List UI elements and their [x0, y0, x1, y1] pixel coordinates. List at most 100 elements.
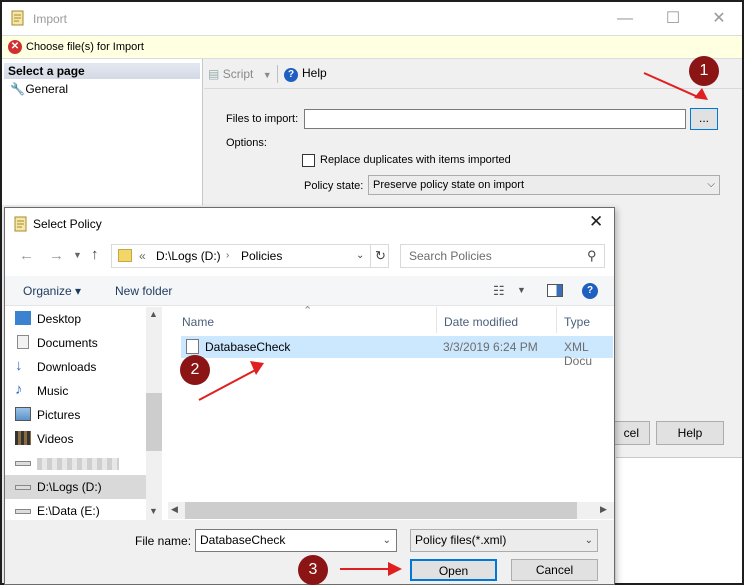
help-label: Help	[302, 66, 327, 80]
scroll-up-icon[interactable]: ▲	[149, 309, 158, 319]
nav-item-label-redacted	[37, 457, 119, 470]
replace-duplicates-label: Replace duplicates with items imported	[320, 154, 511, 166]
browse-button[interactable]: ...	[690, 108, 718, 130]
import-app-icon	[10, 10, 26, 26]
file-row[interactable]: DatabaseCheck 3/3/2019 6:24 PM XML Docu	[181, 336, 613, 368]
nav-item-label: D:\Logs (D:)	[37, 480, 102, 494]
nav-item-label: E:\Data (E:)	[37, 504, 100, 518]
drive-icon	[15, 509, 31, 514]
scroll-down-icon[interactable]: ▼	[149, 506, 158, 516]
toolbar-divider	[277, 65, 278, 83]
forward-arrow-icon[interactable]: →	[49, 247, 64, 264]
horizontal-scrollbar[interactable]: ◀ ▶	[168, 502, 614, 519]
column-separator	[436, 307, 437, 333]
column-header-type[interactable]: Type	[564, 315, 590, 329]
policy-state-label: Policy state:	[304, 180, 364, 192]
options-label: Options:	[226, 137, 267, 149]
help-icon: ?	[284, 68, 298, 82]
command-bar: Organize ▾ New folder ☷ ▼ ?	[5, 276, 614, 306]
chevron-down-icon[interactable]: ⌄	[383, 530, 391, 551]
page-selector-pane: Select a page 🔧 General	[2, 59, 203, 205]
organize-menu[interactable]: Organize ▾	[23, 284, 81, 298]
nav-item-label: Pictures	[37, 408, 81, 422]
help-button[interactable]: Help	[656, 421, 724, 445]
open-button[interactable]: Open	[410, 559, 497, 581]
file-type-filter[interactable]: Policy files(*.xml) ⌄	[410, 529, 598, 552]
new-folder-button[interactable]: New folder	[115, 284, 172, 298]
error-icon: ✕	[8, 40, 22, 54]
search-input[interactable]: Search Policies	[400, 244, 605, 268]
maximize-icon[interactable]: ☐	[650, 2, 696, 35]
documents-icon	[17, 335, 29, 349]
scroll-left-icon[interactable]: ◀	[171, 504, 178, 515]
help-icon[interactable]: ?	[582, 283, 598, 299]
toolbar: ▤ Script ▼ ? Help	[204, 59, 742, 89]
videos-icon	[15, 431, 31, 445]
nav-item-documents[interactable]: Documents	[17, 331, 98, 355]
scroll-right-icon[interactable]: ▶	[600, 504, 607, 515]
nav-item-blurred-drive[interactable]	[15, 451, 119, 475]
nav-item-label: Videos	[37, 432, 74, 446]
drive-icon	[15, 485, 31, 490]
back-arrow-icon[interactable]: ←	[19, 247, 34, 264]
scroll-thumb[interactable]	[185, 502, 577, 519]
close-icon[interactable]: ✕	[696, 2, 742, 35]
nav-item-videos[interactable]: Videos	[15, 427, 74, 451]
nav-item-logs-drive[interactable]: D:\Logs (D:)	[5, 475, 146, 499]
minimize-icon[interactable]: —	[602, 2, 648, 35]
wrench-icon: 🔧	[10, 82, 25, 96]
files-to-import-input[interactable]	[304, 109, 686, 129]
nav-item-desktop[interactable]: Desktop	[15, 307, 81, 331]
file-date: 3/3/2019 6:24 PM	[443, 340, 538, 354]
script-button[interactable]: ▤ Script ▼	[208, 67, 272, 81]
policy-state-value: Preserve policy state on import	[373, 179, 525, 191]
file-name-input[interactable]: DatabaseCheck ⌄	[195, 529, 397, 552]
chevron-down-icon[interactable]: ⌄	[356, 245, 364, 267]
recent-chevron-icon[interactable]: ▼	[73, 250, 82, 260]
nav-scrollbar[interactable]: ▲ ▼	[146, 307, 162, 520]
script-icon: ▤	[208, 67, 220, 81]
chevron-down-icon[interactable]: ▼	[517, 285, 526, 295]
nav-item-label: Music	[37, 384, 69, 398]
sort-indicator-icon: ⌃	[303, 305, 313, 317]
view-options-icon[interactable]: ☷	[493, 283, 505, 299]
files-to-import-label: Files to import:	[226, 113, 299, 125]
navigation-pane: Desktop Documents ↓ Downloads ♪ Music Pi…	[5, 307, 161, 520]
breadcrumb-folder[interactable]: Policies	[241, 245, 282, 267]
up-arrow-icon[interactable]: ↑	[91, 246, 99, 263]
column-header-name[interactable]: Name	[182, 315, 214, 329]
nav-item-label: Downloads	[37, 360, 97, 374]
step-1-badge: 1	[689, 56, 719, 86]
preview-pane-icon[interactable]	[547, 284, 563, 297]
nav-item-downloads[interactable]: ↓ Downloads	[15, 355, 97, 379]
breadcrumb-drive[interactable]: D:\Logs (D:)	[156, 245, 221, 267]
page-general-label: General	[25, 82, 69, 96]
refresh-icon[interactable]: ↻	[375, 245, 386, 267]
nav-item-label: Documents	[37, 336, 98, 350]
chevron-down-icon: ▼	[262, 70, 272, 80]
step-3-arrowhead-icon	[388, 562, 402, 576]
select-page-header: Select a page	[4, 63, 200, 79]
nav-item-pictures[interactable]: Pictures	[15, 403, 81, 427]
close-icon[interactable]: ✕	[589, 212, 603, 232]
nav-item-music[interactable]: ♪ Music	[15, 379, 69, 403]
column-header-date[interactable]: Date modified	[444, 315, 518, 329]
file-filter-value: Policy files(*.xml)	[415, 533, 507, 547]
file-name: DatabaseCheck	[205, 340, 291, 354]
replace-duplicates-checkbox[interactable]	[302, 154, 315, 167]
scroll-thumb[interactable]	[146, 393, 162, 451]
help-toolbar-button[interactable]: ? Help	[284, 66, 327, 82]
step-2-badge: 2	[180, 355, 210, 385]
cancel-dialog-button[interactable]: Cancel	[511, 559, 598, 581]
step-1-arrowhead-icon	[694, 88, 708, 100]
breadcrumb-separator-icon: ›	[226, 250, 230, 261]
dialog-title: Select Policy	[33, 217, 102, 231]
pictures-icon	[15, 407, 31, 421]
policy-state-select[interactable]: Preserve policy state on import ⌵	[368, 175, 720, 195]
page-general[interactable]: 🔧 General	[10, 82, 68, 96]
drive-icon	[15, 461, 31, 466]
address-divider	[370, 244, 371, 268]
folder-icon	[118, 249, 132, 262]
message-text: Choose file(s) for Import	[26, 41, 144, 53]
address-bar[interactable]: « D:\Logs (D:) › Policies ⌄ ↻	[111, 244, 389, 268]
